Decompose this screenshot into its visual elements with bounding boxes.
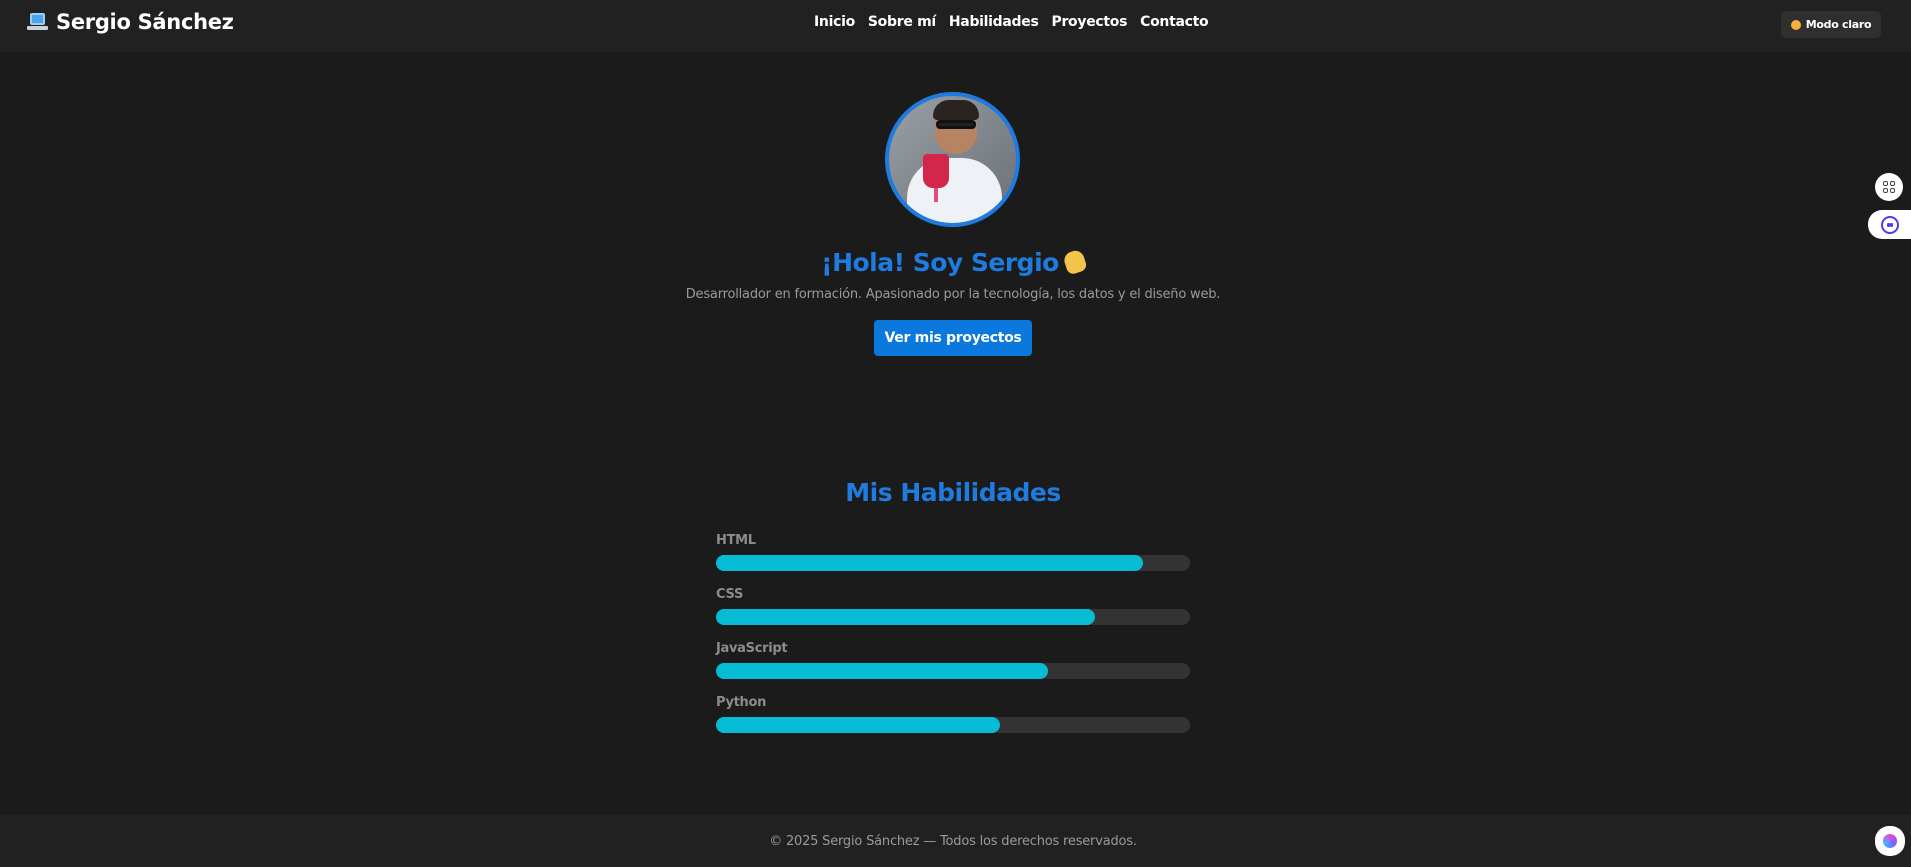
site-footer: © 2025 Sergio Sánchez — Todos los derech… (0, 815, 1911, 867)
footer-copyright: © 2025 Sergio Sánchez — Todos los derech… (769, 833, 1137, 849)
brand-name: Sergio Sánchez (56, 10, 234, 34)
skills-list: HTML CSS JavaScript Python (716, 533, 1190, 749)
skill-progress-fill (716, 555, 1143, 571)
waving-hand-icon (1061, 248, 1088, 276)
skill-name: CSS (716, 587, 744, 602)
brain-icon (1883, 834, 1897, 848)
skill-progress-fill (716, 717, 1001, 733)
skill-progress-fill (716, 663, 1048, 679)
skills-title: Mis Habilidades (845, 478, 1061, 507)
skill-progress-track (716, 663, 1190, 679)
hero-title-text: ¡Hola! Soy Sergio (821, 248, 1059, 277)
hero-subtitle: Desarrollador en formación. Apasionado p… (685, 287, 1221, 302)
grid-icon (1883, 181, 1895, 193)
skill-progress-track (716, 717, 1190, 733)
brand[interactable]: Sergio Sánchez (27, 10, 234, 34)
nav-sobre-mi[interactable]: Sobre mí (868, 14, 936, 30)
skill-item: Python (716, 695, 1190, 749)
sun-icon (1790, 19, 1801, 30)
skill-item: HTML (716, 533, 1190, 587)
assistant-widget-button[interactable] (1868, 210, 1911, 239)
theme-toggle-button[interactable]: Modo claro (1781, 11, 1881, 38)
skill-progress-track (716, 609, 1190, 625)
nav-habilidades[interactable]: Habilidades (949, 14, 1039, 30)
hero-title: ¡Hola! Soy Sergio (0, 248, 1906, 277)
nav-contacto[interactable]: Contacto (1140, 14, 1209, 30)
view-projects-button[interactable]: Ver mis proyectos (874, 320, 1032, 356)
main-nav: Inicio Sobre mí Habilidades Proyectos Co… (814, 14, 1209, 30)
skill-item: CSS (716, 587, 1190, 641)
skill-progress-fill (716, 609, 1096, 625)
skill-name: JavaScript (716, 641, 788, 656)
nav-inicio[interactable]: Inicio (814, 14, 855, 30)
site-header: Sergio Sánchez Inicio Sobre mí Habilidad… (0, 0, 1911, 52)
avatar (885, 92, 1020, 227)
nav-proyectos[interactable]: Proyectos (1051, 14, 1127, 30)
ai-widget-button[interactable] (1875, 826, 1905, 856)
skill-item: JavaScript (716, 641, 1190, 695)
skill-name: Python (716, 695, 767, 710)
page: Sergio Sánchez Inicio Sobre mí Habilidad… (0, 0, 1911, 867)
robot-icon (1880, 215, 1899, 234)
skill-name: HTML (716, 533, 756, 548)
theme-toggle-label: Modo claro (1805, 18, 1872, 31)
apps-widget-button[interactable] (1875, 173, 1903, 201)
laptop-icon (27, 12, 48, 32)
skill-progress-track (716, 555, 1190, 571)
